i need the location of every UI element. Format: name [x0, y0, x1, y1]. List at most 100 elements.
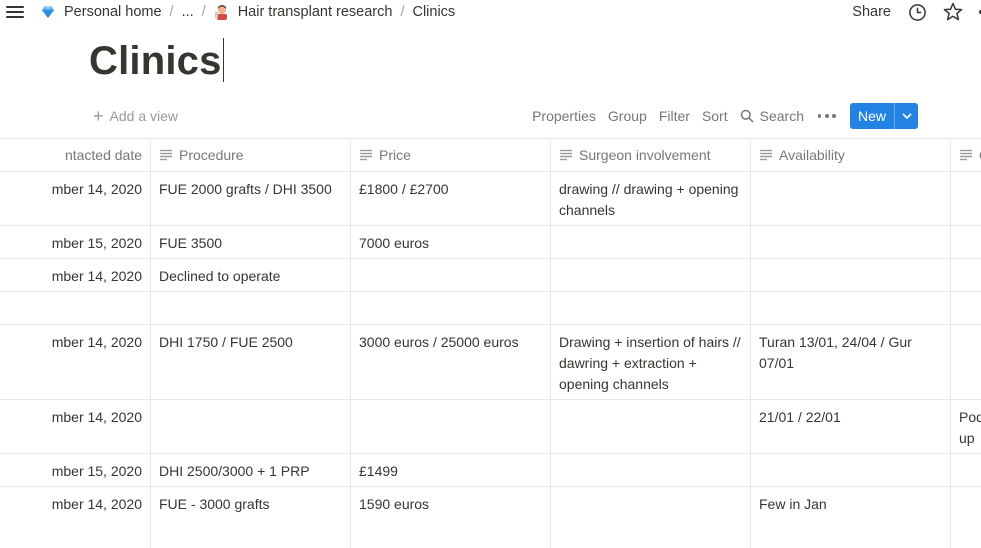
breadcrumb: Personal home / ... / Hair transplant re…: [40, 4, 455, 20]
table-cell-extra[interactable]: [951, 172, 981, 225]
table-cell-availability[interactable]: Few in Jan: [751, 487, 951, 548]
cell-text: DHI 1750 / FUE 2500: [159, 334, 293, 350]
more-options-icon[interactable]: [817, 114, 836, 118]
table-cell-date[interactable]: mber 14, 2020: [0, 400, 151, 453]
breadcrumb-hair-transplant-research[interactable]: Hair transplant research: [214, 4, 393, 20]
table-cell-procedure[interactable]: FUE 3500: [151, 226, 351, 258]
cell-text: mber 14, 2020: [51, 409, 142, 425]
table-cell-surgeon[interactable]: [551, 400, 751, 453]
breadcrumb-clinics[interactable]: Clinics: [412, 4, 455, 20]
barber-icon: [214, 5, 227, 20]
table-cell-date[interactable]: [0, 292, 151, 324]
table-cell-procedure[interactable]: [151, 292, 351, 324]
new-button[interactable]: New: [850, 103, 894, 129]
table-cell-surgeon[interactable]: drawing // drawing + opening channels: [551, 172, 751, 225]
breadcrumb-personal-home[interactable]: Personal home: [40, 4, 162, 20]
share-button[interactable]: Share: [852, 4, 891, 20]
table-cell-procedure[interactable]: Declined to operate: [151, 259, 351, 291]
table-cell-availability[interactable]: [751, 226, 951, 258]
page-title[interactable]: Clinics: [89, 38, 224, 84]
cell-text: mber 14, 2020: [51, 181, 142, 197]
table-cell-extra[interactable]: [951, 292, 981, 324]
search-icon: [740, 109, 754, 123]
table-cell-procedure[interactable]: DHI 1750 / FUE 2500: [151, 325, 351, 399]
table-cell-availability[interactable]: Turan 13/01, 24/04 / Gur 07/01: [751, 325, 951, 399]
table-cell-price[interactable]: 3000 euros / 25000 euros: [351, 325, 551, 399]
table-row[interactable]: mber 15, 2020 FUE 3500 7000 euros: [0, 226, 981, 259]
column-header-label: Procedure: [179, 147, 244, 163]
table-cell-availability[interactable]: [751, 259, 951, 291]
table-cell-extra[interactable]: [951, 325, 981, 399]
menu-icon[interactable]: [6, 4, 24, 20]
table-cell-availability[interactable]: [751, 172, 951, 225]
table-cell-surgeon[interactable]: [551, 226, 751, 258]
properties-button[interactable]: Properties: [532, 108, 596, 124]
cell-text: 3000 euros / 25000 euros: [359, 334, 519, 350]
table-cell-date[interactable]: mber 15, 2020: [0, 454, 151, 486]
table-row[interactable]: mber 14, 2020 FUE - 3000 grafts 1590 euros…: [0, 487, 981, 548]
filter-button[interactable]: Filter: [659, 108, 690, 124]
column-header[interactable]: Price: [351, 139, 551, 171]
text-property-icon: [160, 149, 172, 161]
table-row[interactable]: [0, 292, 981, 325]
table-cell-surgeon[interactable]: [551, 454, 751, 486]
column-header[interactable]: ntacted date: [0, 139, 151, 171]
sort-button[interactable]: Sort: [702, 108, 728, 124]
table-cell-extra[interactable]: [951, 226, 981, 258]
breadcrumb-label: Hair transplant research: [237, 4, 393, 20]
table-row[interactable]: mber 14, 2020 21/01 / 22/01 Pod up: [0, 400, 981, 454]
table-cell-price[interactable]: £1499: [351, 454, 551, 486]
group-button[interactable]: Group: [608, 108, 647, 124]
breadcrumb-ellipsis[interactable]: ...: [182, 4, 194, 20]
table-cell-procedure[interactable]: FUE - 3000 grafts: [151, 487, 351, 548]
table-cell-surgeon[interactable]: Drawing + insertion of hairs // dawring …: [551, 325, 751, 399]
table-cell-price[interactable]: [351, 259, 551, 291]
topbar-actions: Share: [852, 2, 981, 22]
cell-text: 1590 euros: [359, 496, 430, 512]
table-cell-procedure[interactable]: [151, 400, 351, 453]
column-header[interactable]: Surgeon involvement: [551, 139, 751, 171]
table-row[interactable]: mber 14, 2020 FUE 2000 grafts / DHI 3500 £…: [0, 172, 981, 226]
table-cell-price[interactable]: 7000 euros: [351, 226, 551, 258]
table-cell-date[interactable]: mber 15, 2020: [0, 226, 151, 258]
table-cell-date[interactable]: mber 14, 2020: [0, 487, 151, 548]
table-row[interactable]: mber 15, 2020 DHI 2500/3000 + 1 PRP £1499: [0, 454, 981, 487]
column-header[interactable]: Procedure: [151, 139, 351, 171]
table-cell-price[interactable]: £1800 / £2700: [351, 172, 551, 225]
breadcrumb-label: Clinics: [412, 4, 456, 20]
table-cell-availability[interactable]: [751, 454, 951, 486]
table-cell-date[interactable]: mber 14, 2020: [0, 259, 151, 291]
table-cell-price[interactable]: [351, 292, 551, 324]
clinics-table: ntacted date Procedure Price Surgeon involv…: [0, 138, 981, 548]
table-cell-extra[interactable]: [951, 454, 981, 486]
cell-text: mber 15, 2020: [51, 463, 142, 479]
table-cell-availability[interactable]: [751, 292, 951, 324]
table-row[interactable]: mber 14, 2020 DHI 1750 / FUE 2500 3000 eur…: [0, 325, 981, 400]
table-cell-surgeon[interactable]: [551, 487, 751, 548]
cell-text: FUE - 3000 grafts: [159, 496, 270, 512]
table-cell-extra[interactable]: [951, 487, 981, 548]
add-view-button[interactable]: + Add a view: [93, 107, 178, 125]
cell-text: Declined to operate: [159, 268, 281, 284]
table-cell-surgeon[interactable]: [551, 259, 751, 291]
table-cell-procedure[interactable]: DHI 2500/3000 + 1 PRP: [151, 454, 351, 486]
column-header[interactable]: C: [951, 139, 981, 171]
table-cell-date[interactable]: mber 14, 2020: [0, 325, 151, 399]
column-header-label: Price: [379, 147, 411, 163]
table-cell-extra[interactable]: Pod up: [951, 400, 981, 453]
table-cell-price[interactable]: [351, 400, 551, 453]
clock-icon[interactable]: [907, 2, 927, 22]
table-row[interactable]: mber 14, 2020 Declined to operate: [0, 259, 981, 292]
chevron-down-icon: [901, 113, 912, 119]
table-cell-price[interactable]: 1590 euros: [351, 487, 551, 548]
new-dropdown-button[interactable]: [894, 103, 918, 129]
column-header[interactable]: Availability: [751, 139, 951, 171]
table-cell-extra[interactable]: [951, 259, 981, 291]
table-cell-date[interactable]: mber 14, 2020: [0, 172, 151, 225]
star-icon[interactable]: [943, 2, 963, 22]
table-cell-surgeon[interactable]: [551, 292, 751, 324]
table-cell-procedure[interactable]: FUE 2000 grafts / DHI 3500: [151, 172, 351, 225]
search-button[interactable]: Search: [740, 108, 804, 124]
diamond-icon: [42, 6, 54, 18]
table-cell-availability[interactable]: 21/01 / 22/01: [751, 400, 951, 453]
